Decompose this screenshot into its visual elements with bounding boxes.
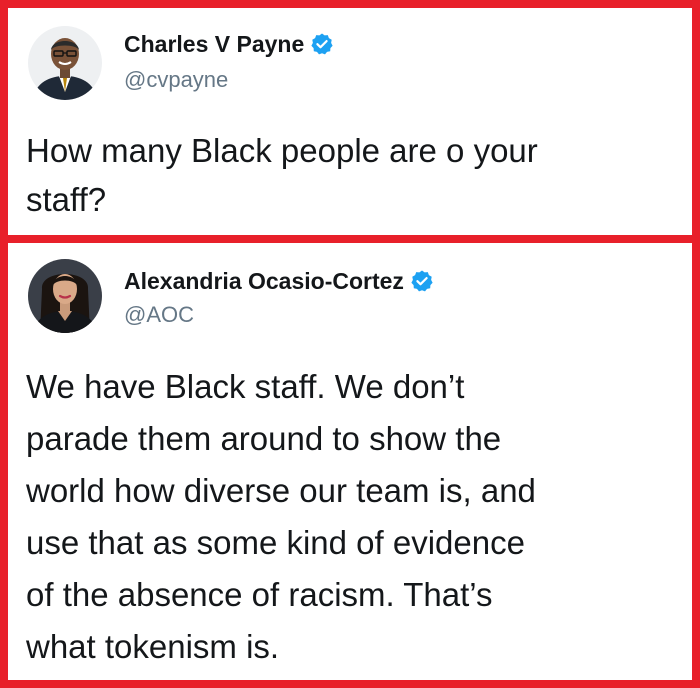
person-avatar-icon bbox=[28, 259, 102, 333]
tweet-text: How many Black people are o your staff? bbox=[26, 132, 538, 218]
author-handle[interactable]: @cvpayne bbox=[124, 66, 228, 94]
tweet-text: We have Black staff. We don’t parade the… bbox=[26, 368, 536, 665]
tweet-card-cvpayne[interactable]: Charles V Payne @cvpayne How many Black … bbox=[8, 8, 692, 235]
author-name[interactable]: Alexandria Ocasio-Cortez bbox=[124, 267, 404, 295]
author-name[interactable]: Charles V Payne bbox=[124, 30, 304, 58]
author-name-row[interactable]: Charles V Payne bbox=[124, 30, 334, 58]
verified-badge-icon bbox=[310, 32, 334, 56]
person-avatar-icon bbox=[28, 26, 102, 100]
verified-badge-icon bbox=[410, 269, 434, 293]
avatar[interactable] bbox=[28, 26, 102, 100]
tweet-card-aoc[interactable]: Alexandria Ocasio-Cortez @AOC We have Bl… bbox=[8, 243, 692, 680]
author-handle[interactable]: @AOC bbox=[124, 301, 194, 329]
author-name-row[interactable]: Alexandria Ocasio-Cortez bbox=[124, 267, 434, 295]
avatar[interactable] bbox=[28, 259, 102, 333]
